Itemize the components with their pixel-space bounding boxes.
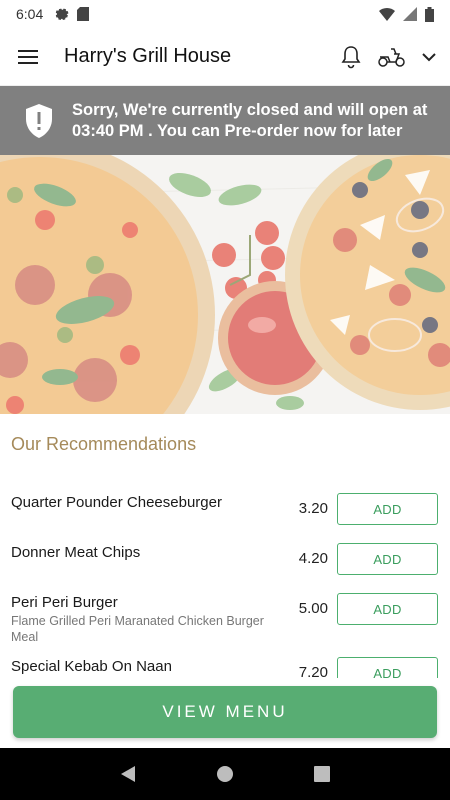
menu-icon[interactable]	[18, 45, 42, 69]
item-name: Quarter Pounder Cheeseburger	[11, 494, 222, 511]
settings-icon	[56, 8, 69, 21]
list-item: Donner Meat Chips 4.20 ADD	[0, 538, 450, 588]
bell-icon[interactable]	[340, 45, 362, 69]
status-time: 6:04	[16, 6, 44, 22]
item-price: 7.20	[298, 664, 328, 678]
list-item: Peri Peri Burger Flame Grilled Peri Mara…	[0, 588, 450, 652]
add-button[interactable]: ADD	[337, 657, 438, 678]
add-button[interactable]: ADD	[337, 593, 438, 625]
item-name: Special Kebab On Naan	[11, 658, 172, 675]
recommendations-list: Quarter Pounder Cheeseburger 3.20 ADD Do…	[0, 488, 450, 678]
page-title: Harry's Grill House	[64, 45, 232, 67]
section-title: Our Recommendations	[11, 434, 197, 454]
list-item: Special Kebab On Naan 7.20 ADD	[0, 652, 450, 678]
add-button[interactable]: ADD	[337, 493, 438, 525]
item-name: Donner Meat Chips	[11, 544, 141, 561]
shield-alert-icon	[26, 103, 52, 138]
hero-image	[0, 155, 450, 414]
wifi-icon	[379, 8, 395, 21]
item-description: Flame Grilled Peri Maranated Chicken Bur…	[11, 614, 264, 644]
item-price: 4.20	[298, 550, 328, 567]
battery-icon	[425, 6, 434, 22]
item-price: 5.00	[298, 600, 328, 617]
recents-icon[interactable]	[307, 759, 337, 789]
item-name: Peri Peri Burger	[11, 594, 118, 611]
chevron-down-icon[interactable]	[422, 52, 436, 62]
view-menu-button[interactable]: VIEW MENU	[13, 686, 437, 738]
closed-banner: Sorry, We're currently closed and will o…	[0, 86, 450, 155]
sd-card-icon	[77, 7, 90, 21]
closed-message: Sorry, We're currently closed and will o…	[72, 100, 428, 140]
app-bar: Harry's Grill House	[0, 28, 450, 86]
list-item: Quarter Pounder Cheeseburger 3.20 ADD	[0, 488, 450, 538]
status-bar: 6:04	[0, 0, 450, 28]
item-price: 3.20	[298, 500, 328, 517]
back-icon[interactable]	[113, 759, 143, 789]
home-icon[interactable]	[210, 759, 240, 789]
scooter-icon[interactable]	[378, 46, 406, 68]
system-nav-bar	[0, 748, 450, 800]
add-button[interactable]: ADD	[337, 543, 438, 575]
signal-icon	[403, 7, 417, 21]
